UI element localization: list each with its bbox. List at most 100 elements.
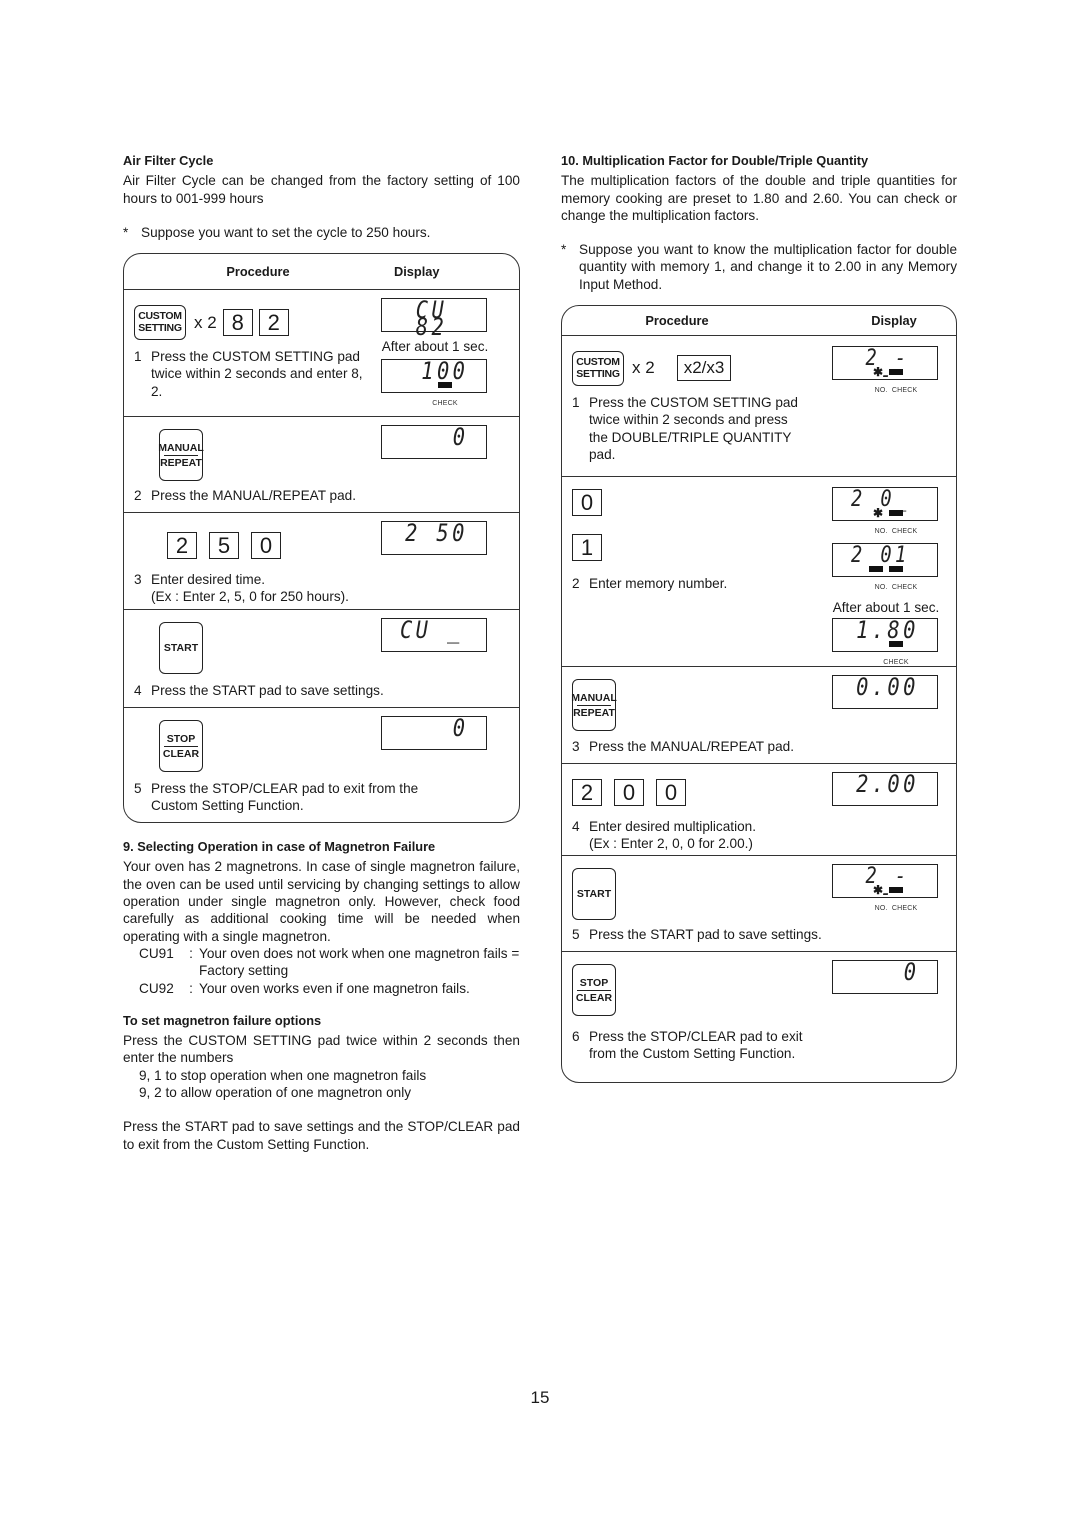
procedure-step-2: MANUAL REPEAT 2 Press the MANUAL/REPEAT pa…	[124, 417, 519, 514]
double-triple-quantity-key[interactable]: x2/x3	[676, 355, 732, 382]
key-0[interactable]: 0	[614, 778, 644, 806]
lcd-display: 2 - - ✱	[832, 864, 938, 905]
check-indicator	[889, 510, 903, 517]
lcd-display: 2 50	[381, 521, 487, 556]
manual-repeat-pad[interactable]: MANUAL REPEAT	[571, 679, 617, 732]
step-text: Press the CUSTOM SETTING pad twice withi…	[151, 349, 363, 399]
step-number: 4	[572, 819, 580, 835]
lcd-display: 1.80	[832, 618, 938, 652]
no-indicator	[869, 566, 883, 573]
key-0[interactable]: 0	[656, 778, 686, 806]
step-text: Enter desired multiplication.	[589, 819, 756, 835]
no-label: NO.	[874, 905, 888, 913]
check-label: CHECK	[891, 528, 918, 536]
procedure-step-1: CUSTOM SETTING x 2 x2/x3 1 Press the CUSTO…	[562, 336, 956, 478]
note-bullet: *	[561, 242, 567, 258]
step-example: (Ex : Enter 2, 5, 0 for 250 hours).	[151, 589, 349, 605]
note-text: Suppose you want to know the multiplicat…	[579, 242, 957, 292]
check-indicator	[889, 887, 903, 894]
start-pad[interactable]: START	[159, 622, 203, 675]
custom-setting-pad[interactable]: CUSTOM SETTING	[572, 350, 624, 386]
multiplication-note: * Suppose you want to know the multiplica…	[561, 241, 957, 293]
option-sep: :	[189, 945, 193, 961]
key-2[interactable]: 2	[167, 531, 197, 559]
lcd-display: 2 01	[832, 543, 938, 578]
step-number: 2	[572, 576, 580, 592]
option-text: Your oven does not work when one magnetr…	[199, 945, 520, 979]
lcd-display: 2 - - ✱	[832, 346, 938, 387]
magnetron-body: Your oven has 2 magnetrons. In case of s…	[123, 859, 520, 944]
check-label: CHECK	[891, 905, 918, 913]
table-header: Procedure Display	[562, 306, 956, 337]
start-pad[interactable]: START	[572, 868, 616, 921]
page-number: 15	[530, 1388, 550, 1407]
sub-item-2: 9, 2 to allow operation of one magnetron…	[139, 1085, 412, 1101]
step-text: Enter memory number.	[589, 576, 728, 592]
lcd-value: 1.80	[856, 615, 919, 644]
sub-item-1: 9, 1 to stop operation when one magnetro…	[139, 1067, 427, 1083]
procedure-step-3: 2 5 0 3 Enter desired time. (Ex : Enter 2,…	[124, 513, 519, 611]
option-text: Your oven works even if one magnetron fa…	[199, 980, 470, 996]
lcd-value: 2 - -	[865, 346, 910, 389]
procedure-step-4: START 4 Press the START pad to save setti…	[124, 610, 519, 709]
magnetron-sub-body: Press the CUSTOM SETTING pad twice withi…	[123, 1033, 520, 1066]
lcd-value: 2 - -	[865, 864, 910, 907]
press-count: x 2	[632, 358, 655, 378]
option-code: CU92	[139, 980, 174, 996]
step-number: 2	[134, 487, 142, 503]
custom-setting-pad[interactable]: CUSTOM SETTING	[134, 304, 186, 340]
press-count: x 2	[194, 312, 217, 332]
lcd-value: 0.00	[856, 673, 919, 702]
key-2[interactable]: 2	[258, 308, 289, 336]
key-1[interactable]: 1	[572, 534, 602, 562]
key-0[interactable]: 0	[572, 489, 602, 517]
multiplication-heading: 10. Multiplication Factor for Double/Tri…	[561, 153, 869, 168]
lcd-display: 0.00	[832, 673, 938, 710]
manual-repeat-pad[interactable]: MANUAL REPEAT	[158, 429, 204, 482]
after-label: After about 1 sec.	[832, 599, 940, 615]
option-code: CU91	[139, 945, 174, 961]
no-label: NO.	[874, 528, 888, 536]
procedure-step-2: 0 1 2 Enter memory number. 2 0_ ✱ NO. CHEC…	[562, 477, 956, 668]
lcd-display: CU _	[381, 618, 487, 653]
stop-clear-pad[interactable]: STOP CLEAR	[159, 720, 203, 773]
procedure-step-1: CUSTOM SETTING x 2 8 2 1 Press the CUSTOM …	[124, 290, 519, 418]
step-text: Press the MANUAL/REPEAT pad.	[151, 487, 356, 503]
procedure-header: Procedure	[226, 264, 290, 280]
lcd-display: 2.00	[832, 772, 938, 807]
procedure-header: Procedure	[645, 312, 709, 328]
step-text: Press the START pad to save settings.	[151, 682, 384, 698]
step-number: 3	[572, 738, 580, 754]
lcd-display: CU 82	[381, 298, 487, 339]
air-filter-procedure-table: Procedure Display CUSTOM SETTING x 2 8 2 …	[123, 253, 520, 824]
air-filter-note: * Suppose you want to set the cycle to 25…	[123, 224, 520, 241]
display-header: Display	[871, 312, 917, 328]
check-label: CHECK	[432, 400, 458, 408]
step-number: 1	[572, 395, 580, 411]
stop-clear-pad[interactable]: STOP CLEAR	[572, 964, 616, 1017]
step-text: Press the CUSTOM SETTING pad twice withi…	[589, 395, 798, 462]
lcd-display: 2 0_ ✱	[832, 487, 938, 522]
key-2[interactable]: 2	[572, 778, 602, 806]
air-filter-body: Air Filter Cycle can be changed from the…	[123, 173, 520, 206]
step-example: (Ex : Enter 2, 0, 0 for 2.00.)	[589, 836, 753, 852]
lcd-display: 0	[832, 960, 938, 995]
key-0[interactable]: 0	[251, 531, 281, 559]
check-indicator	[889, 640, 903, 647]
procedure-step-5: STOP CLEAR 5 Press the STOP/CLEAR pad to e…	[124, 708, 519, 822]
step-text: Enter desired time.	[151, 572, 266, 588]
air-filter-heading: Air Filter Cycle	[123, 153, 214, 168]
check-label: CHECK	[891, 387, 918, 395]
magnetron-sub-heading: To set magnetron failure options	[123, 1012, 322, 1028]
procedure-step-6: STOP CLEAR 6 Press the STOP/CLEAR pad to e…	[562, 952, 956, 1082]
key-5[interactable]: 5	[209, 531, 239, 559]
step-text: Press the STOP/CLEAR pad to exit from th…	[589, 1029, 803, 1062]
lcd-value: 100	[420, 357, 468, 386]
step-number: 6	[572, 1029, 580, 1045]
note-text: Suppose you want to set the cycle to 250…	[141, 224, 431, 240]
magnetron-heading: 9. Selecting Operation in case of Magnet…	[123, 839, 436, 855]
step-number: 5	[572, 926, 580, 942]
multiplication-body: The multiplication factors of the double…	[561, 173, 957, 223]
multiplication-procedure-table: Procedure Display CUSTOM SETTING x 2 x2/x…	[561, 305, 957, 1084]
key-8[interactable]: 8	[222, 308, 253, 336]
